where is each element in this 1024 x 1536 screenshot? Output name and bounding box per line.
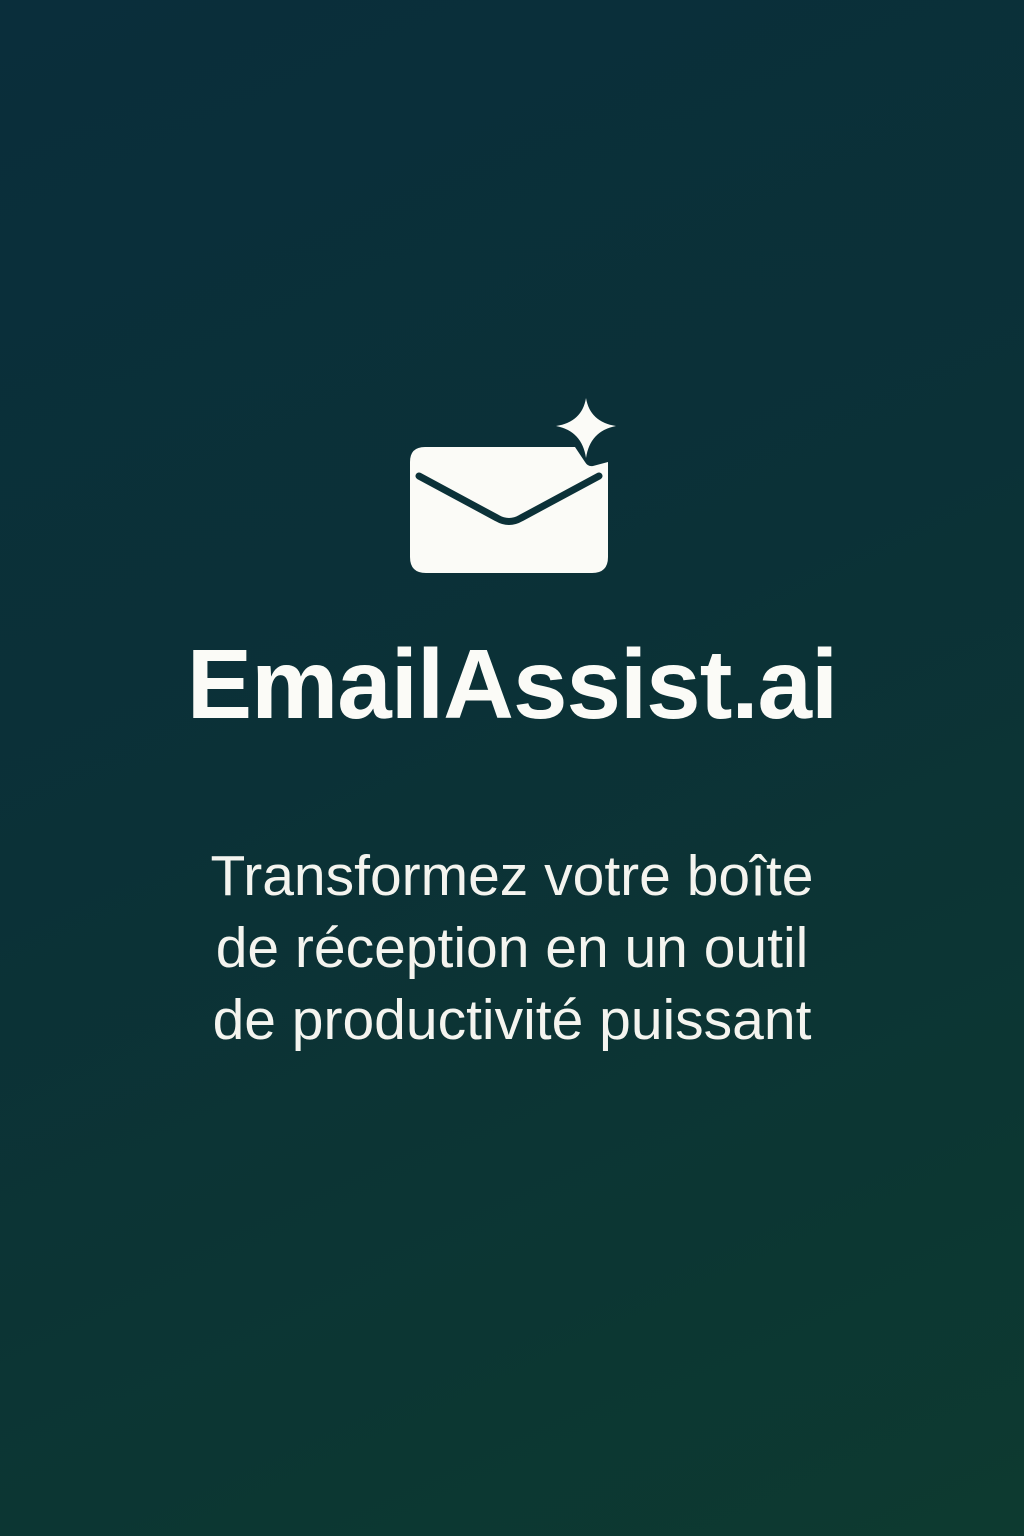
tagline-line: de productivité puissant [212, 988, 812, 1052]
envelope-sparkle-icon [405, 392, 625, 577]
envelope-icon [410, 447, 608, 573]
tagline-line: Transformez votre boîte [210, 844, 814, 908]
app-name: EmailAssist.ai [186, 629, 839, 739]
splash-screen: EmailAssist.ai Transformez votre boîte d… [0, 0, 1024, 1536]
tagline: Transformez votre boîte de réception en … [112, 840, 912, 1056]
tagline-line: de réception en un outil [215, 916, 809, 980]
